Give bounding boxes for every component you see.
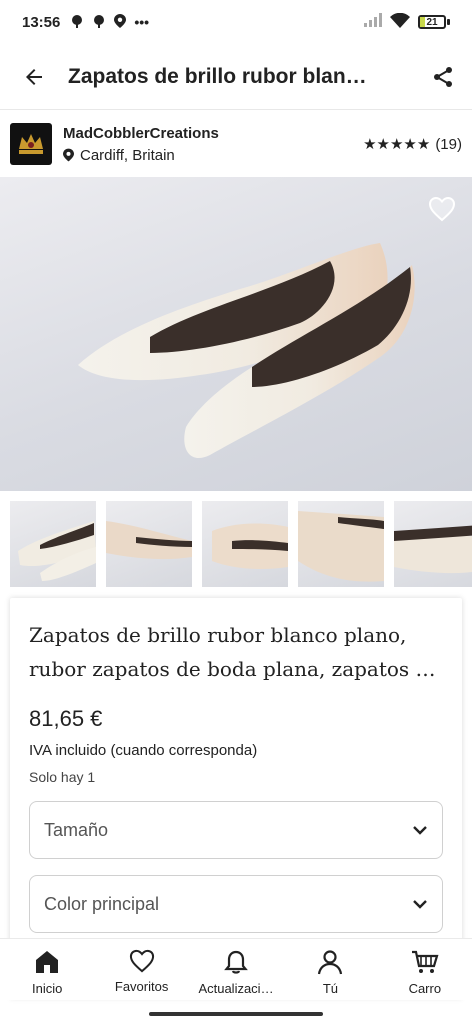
nav-item-favorites[interactable]: Favoritos bbox=[94, 939, 188, 1000]
review-count: (19) bbox=[435, 135, 462, 153]
shop-rating[interactable]: ★★★★★ (19) bbox=[363, 135, 462, 154]
share-icon bbox=[434, 66, 452, 87]
arrow-left-icon bbox=[26, 68, 42, 85]
person-icon bbox=[318, 950, 343, 975]
home-icon bbox=[36, 951, 59, 973]
page-title: Zapatos de brillo rubor blan… bbox=[68, 64, 367, 88]
notification-icon bbox=[92, 14, 106, 31]
nav-label: Carro bbox=[408, 981, 442, 996]
star-rating-icons: ★★★★★ bbox=[363, 136, 431, 153]
nav-item-you[interactable]: Tú bbox=[283, 939, 377, 1000]
nav-label: Actualizaci… bbox=[198, 981, 274, 996]
home-indicator bbox=[149, 1012, 323, 1016]
color-select-label: Color principal bbox=[44, 893, 160, 914]
favorite-button[interactable] bbox=[428, 196, 456, 227]
wifi-icon bbox=[390, 12, 410, 32]
bell-icon bbox=[224, 950, 248, 974]
nav-item-updates[interactable]: Actualizaci… bbox=[189, 939, 283, 1000]
heart-icon bbox=[428, 196, 456, 222]
nav-item-cart[interactable]: Carro bbox=[378, 939, 472, 1000]
heart-icon bbox=[129, 949, 154, 973]
thumbnail-1[interactable] bbox=[10, 501, 96, 587]
chevron-down-icon bbox=[413, 900, 427, 909]
shop-location: Cardiff, Britain bbox=[80, 146, 175, 164]
size-select-label: Tamaño bbox=[44, 819, 109, 840]
app-bar: Zapatos de brillo rubor blan… bbox=[0, 44, 472, 110]
shop-logo bbox=[10, 123, 52, 165]
cart-icon bbox=[411, 950, 439, 973]
shop-name[interactable]: MadCobblerCreations bbox=[63, 125, 363, 142]
bottom-nav: Inicio Favoritos Actualizaci… Tú Carro bbox=[0, 938, 472, 1000]
product-price: 81,65 € bbox=[29, 706, 103, 731]
color-select[interactable]: Color principal bbox=[29, 875, 443, 933]
share-button[interactable] bbox=[414, 65, 472, 89]
thumbnail-3[interactable] bbox=[202, 501, 288, 587]
location-pin-icon bbox=[114, 13, 127, 31]
thumbnail-strip[interactable] bbox=[10, 501, 472, 587]
nav-label: Tú bbox=[322, 981, 338, 996]
product-image[interactable] bbox=[0, 177, 472, 491]
thumbnail-2[interactable] bbox=[106, 501, 192, 587]
signal-icon bbox=[364, 13, 382, 31]
nav-label: Inicio bbox=[32, 981, 63, 996]
tax-note: IVA incluido (cuando corresponda) bbox=[29, 742, 258, 759]
nav-item-home[interactable]: Inicio bbox=[0, 939, 94, 1000]
status-time: 13:56 bbox=[22, 13, 61, 31]
chevron-down-icon bbox=[413, 826, 427, 835]
stock-note: Solo hay 1 bbox=[29, 769, 96, 785]
back-button[interactable] bbox=[0, 65, 68, 89]
thumbnail-5[interactable] bbox=[394, 501, 472, 587]
nav-label: Favoritos bbox=[114, 979, 169, 994]
shop-header[interactable]: MadCobblerCreations Cardiff, Britain ★★★… bbox=[0, 112, 472, 176]
more-dots-icon: ••• bbox=[134, 14, 150, 30]
status-bar: 13:56 ••• 21 bbox=[0, 0, 472, 44]
notification-icon bbox=[70, 14, 84, 31]
thumbnail-4[interactable] bbox=[298, 501, 384, 587]
battery-icon: 21 bbox=[418, 15, 450, 29]
size-select[interactable]: Tamaño bbox=[29, 801, 443, 859]
product-title: Zapatos de brillo rubor blanco plano, ru… bbox=[29, 623, 441, 681]
location-pin-icon bbox=[63, 148, 74, 162]
